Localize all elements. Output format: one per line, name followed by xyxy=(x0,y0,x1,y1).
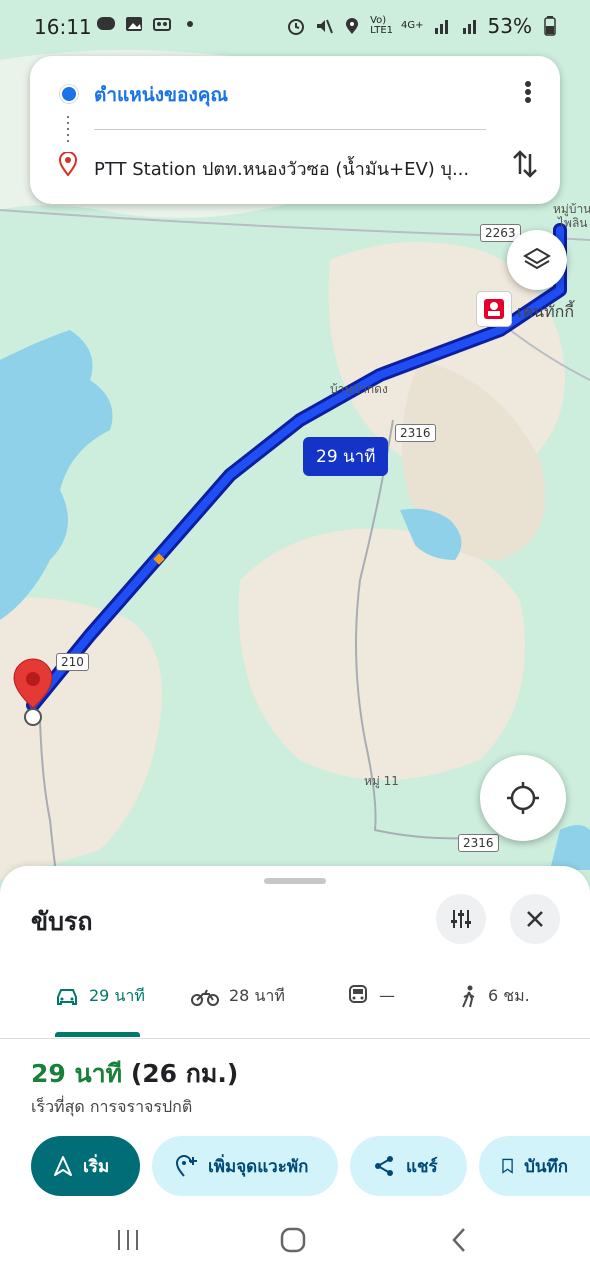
more-notifications-icon xyxy=(187,21,193,27)
location-icon xyxy=(346,18,359,34)
start-label: เริ่ม xyxy=(83,1156,110,1177)
sheet-handle[interactable] xyxy=(264,878,326,884)
status-bar: 16:11 Vo) LTE1 4G+ 53% xyxy=(0,0,590,54)
mode-label-driving: 29 นาที xyxy=(89,986,145,1005)
add-stop-label: เพิ่มจุดแวะพัก xyxy=(208,1156,309,1177)
route-dots xyxy=(67,116,69,142)
more-options-icon[interactable] xyxy=(524,80,532,104)
add-stop-icon xyxy=(175,1155,197,1177)
close-icon xyxy=(527,911,543,927)
share-label: แชร์ xyxy=(406,1156,438,1177)
mode-label-walking: 6 ชม. xyxy=(488,986,530,1005)
moo-label-top2: ไพลิน xyxy=(558,216,588,230)
origin-field[interactable]: ตำแหน่งของคุณ xyxy=(94,80,228,110)
close-button[interactable] xyxy=(510,894,560,944)
voicemail-icon xyxy=(153,18,171,31)
tune-icon xyxy=(451,910,471,928)
alarm-icon xyxy=(288,19,305,35)
motorcycle-icon xyxy=(191,989,219,1006)
crosshair-icon xyxy=(507,782,539,814)
directions-card: ตำแหน่งของคุณ PTT Station ปตท.หนองวัวซอ … xyxy=(30,56,560,204)
recent-apps-button[interactable] xyxy=(114,1226,142,1254)
travel-mode-tabs: 29 นาที 28 นาที — 6 ชม. xyxy=(0,966,590,1039)
road-shield: 2316 xyxy=(395,424,436,442)
start-button[interactable]: เริ่ม xyxy=(31,1136,140,1196)
mode-tab-walking[interactable]: 6 ชม. xyxy=(460,984,530,1009)
walk-icon xyxy=(462,985,475,1007)
kfc-poi-label[interactable]: เคนทักกี้ xyxy=(517,300,574,325)
share-button[interactable]: แชร์ xyxy=(350,1136,467,1196)
gallery-icon xyxy=(126,17,142,31)
layers-icon xyxy=(523,247,551,270)
line-app-icon xyxy=(97,17,115,30)
battery-percent: 53% xyxy=(487,14,532,38)
status-time: 16:11 xyxy=(34,15,92,39)
route-subtitle: เร็วที่สุด การจราจรปกติ xyxy=(31,1097,193,1116)
route-options-button[interactable] xyxy=(436,894,486,944)
bookmark-icon xyxy=(502,1158,513,1174)
route-duration-time: 29 นาที xyxy=(31,1059,123,1088)
mode-label-motorcycle: 28 นาที xyxy=(229,986,285,1005)
network-indicator: 4G+ xyxy=(401,20,424,31)
village-label: บ้านป่ากดง xyxy=(330,382,388,396)
navigation-arrow-icon xyxy=(54,1156,72,1176)
add-stop-button[interactable]: เพิ่มจุดแวะพัก xyxy=(152,1136,338,1196)
destination-pin-icon xyxy=(58,152,78,176)
my-location-button[interactable] xyxy=(480,755,566,841)
mode-tab-motorcycle[interactable]: 28 นาที xyxy=(191,984,285,1009)
swap-directions-icon[interactable] xyxy=(512,148,538,180)
save-label: บันทึก xyxy=(524,1156,568,1177)
road-shield: 210 xyxy=(56,653,89,671)
car-icon xyxy=(57,988,77,1005)
mode-label-transit: — xyxy=(379,985,395,1005)
road-shield: 2316 xyxy=(458,834,499,852)
battery-icon xyxy=(544,16,556,36)
mute-icon xyxy=(317,19,333,34)
route-distance: (26 กม.) xyxy=(130,1059,239,1088)
sheet-title: ขับรถ xyxy=(31,907,93,936)
active-tab-indicator xyxy=(55,1032,140,1037)
signal2-icon xyxy=(462,20,476,34)
save-button[interactable]: บันทึก xyxy=(479,1136,590,1196)
mode-tab-transit[interactable]: — xyxy=(347,984,395,1006)
destination-field[interactable]: PTT Station ปตท.หนองวัวซอ (น้ำมัน+EV) บุ… xyxy=(94,154,484,183)
action-buttons: เริ่ม เพิ่มจุดแวะพัก แชร์ บันทึก xyxy=(0,1136,590,1198)
moo11-label: หมู่ 11 xyxy=(364,774,399,788)
home-button[interactable] xyxy=(279,1226,307,1254)
signal-icon xyxy=(434,20,448,34)
route-time-label[interactable]: 29 นาที xyxy=(303,437,389,476)
route-duration: 29 นาที (26 กม.) xyxy=(31,1054,238,1094)
volte-indicator: Vo) LTE1 xyxy=(370,15,394,36)
back-button[interactable] xyxy=(446,1226,474,1254)
system-navigation-bar xyxy=(0,1208,590,1280)
kfc-poi-icon[interactable] xyxy=(476,291,512,327)
share-icon xyxy=(375,1156,393,1176)
origin-dot-icon xyxy=(60,85,78,103)
mode-tab-driving[interactable]: 29 นาที xyxy=(55,984,145,1009)
transit-icon xyxy=(349,985,367,1003)
layers-button[interactable] xyxy=(507,230,567,290)
